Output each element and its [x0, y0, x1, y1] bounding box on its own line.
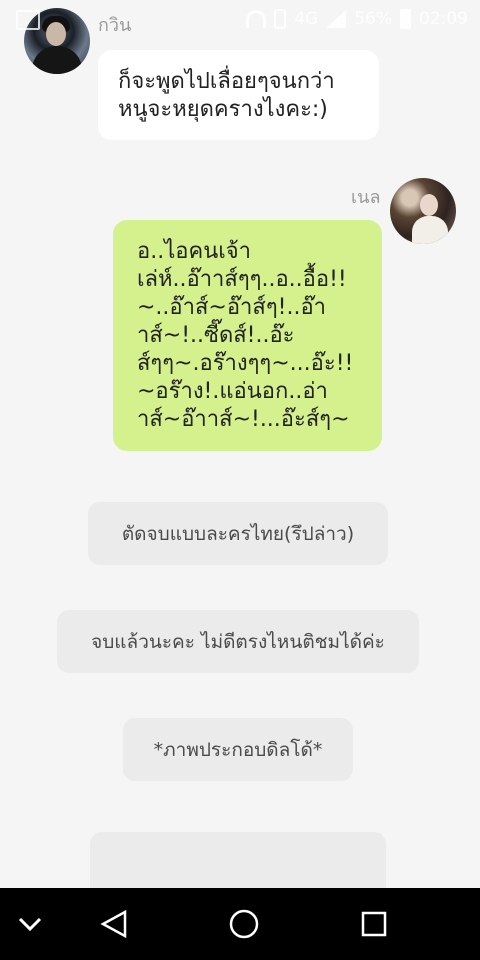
status-bar: 4G 56% 02:09 — [0, 0, 480, 38]
network-type: 4G — [294, 9, 319, 29]
avatar-body — [32, 46, 82, 74]
avatar-shirt — [412, 216, 448, 244]
choice-button[interactable]: *ภาพประกอบดิลโด้* — [123, 718, 353, 781]
message-bubble-incoming[interactable]: ก็จะพูดไปเลื่อยๆจนกว่าหนูจะหยุดครางไงคะ:… — [98, 50, 379, 140]
back-icon[interactable] — [92, 888, 136, 960]
avatar-face — [420, 194, 438, 216]
image-icon — [16, 10, 40, 30]
headset-icon — [246, 10, 267, 28]
signal-icon — [326, 10, 347, 28]
battery-percent: 56% — [354, 9, 392, 29]
navigation-bar — [0, 888, 480, 960]
choice-button[interactable]: ตัดจบแบบละครไทย(รึปล่าว) — [88, 502, 388, 565]
home-icon[interactable] — [222, 888, 266, 960]
message-bubble-outgoing[interactable]: อ..ไอคนเจ้า เล่ห์..อ๊าาส์ๆๆ..อ..อื้อ!! ~… — [113, 220, 382, 451]
battery-icon — [400, 9, 411, 29]
vibrate-icon — [274, 9, 287, 29]
avatar[interactable] — [390, 178, 456, 244]
choice-button[interactable]: จบแล้วนะคะ ไม่ดีตรงไหนติชมได้ค่ะ — [57, 610, 419, 673]
sender-name: เนล — [351, 187, 381, 208]
recent-apps-icon[interactable] — [352, 888, 396, 960]
collapse-icon[interactable] — [10, 888, 50, 960]
clock: 02:09 — [419, 9, 468, 29]
